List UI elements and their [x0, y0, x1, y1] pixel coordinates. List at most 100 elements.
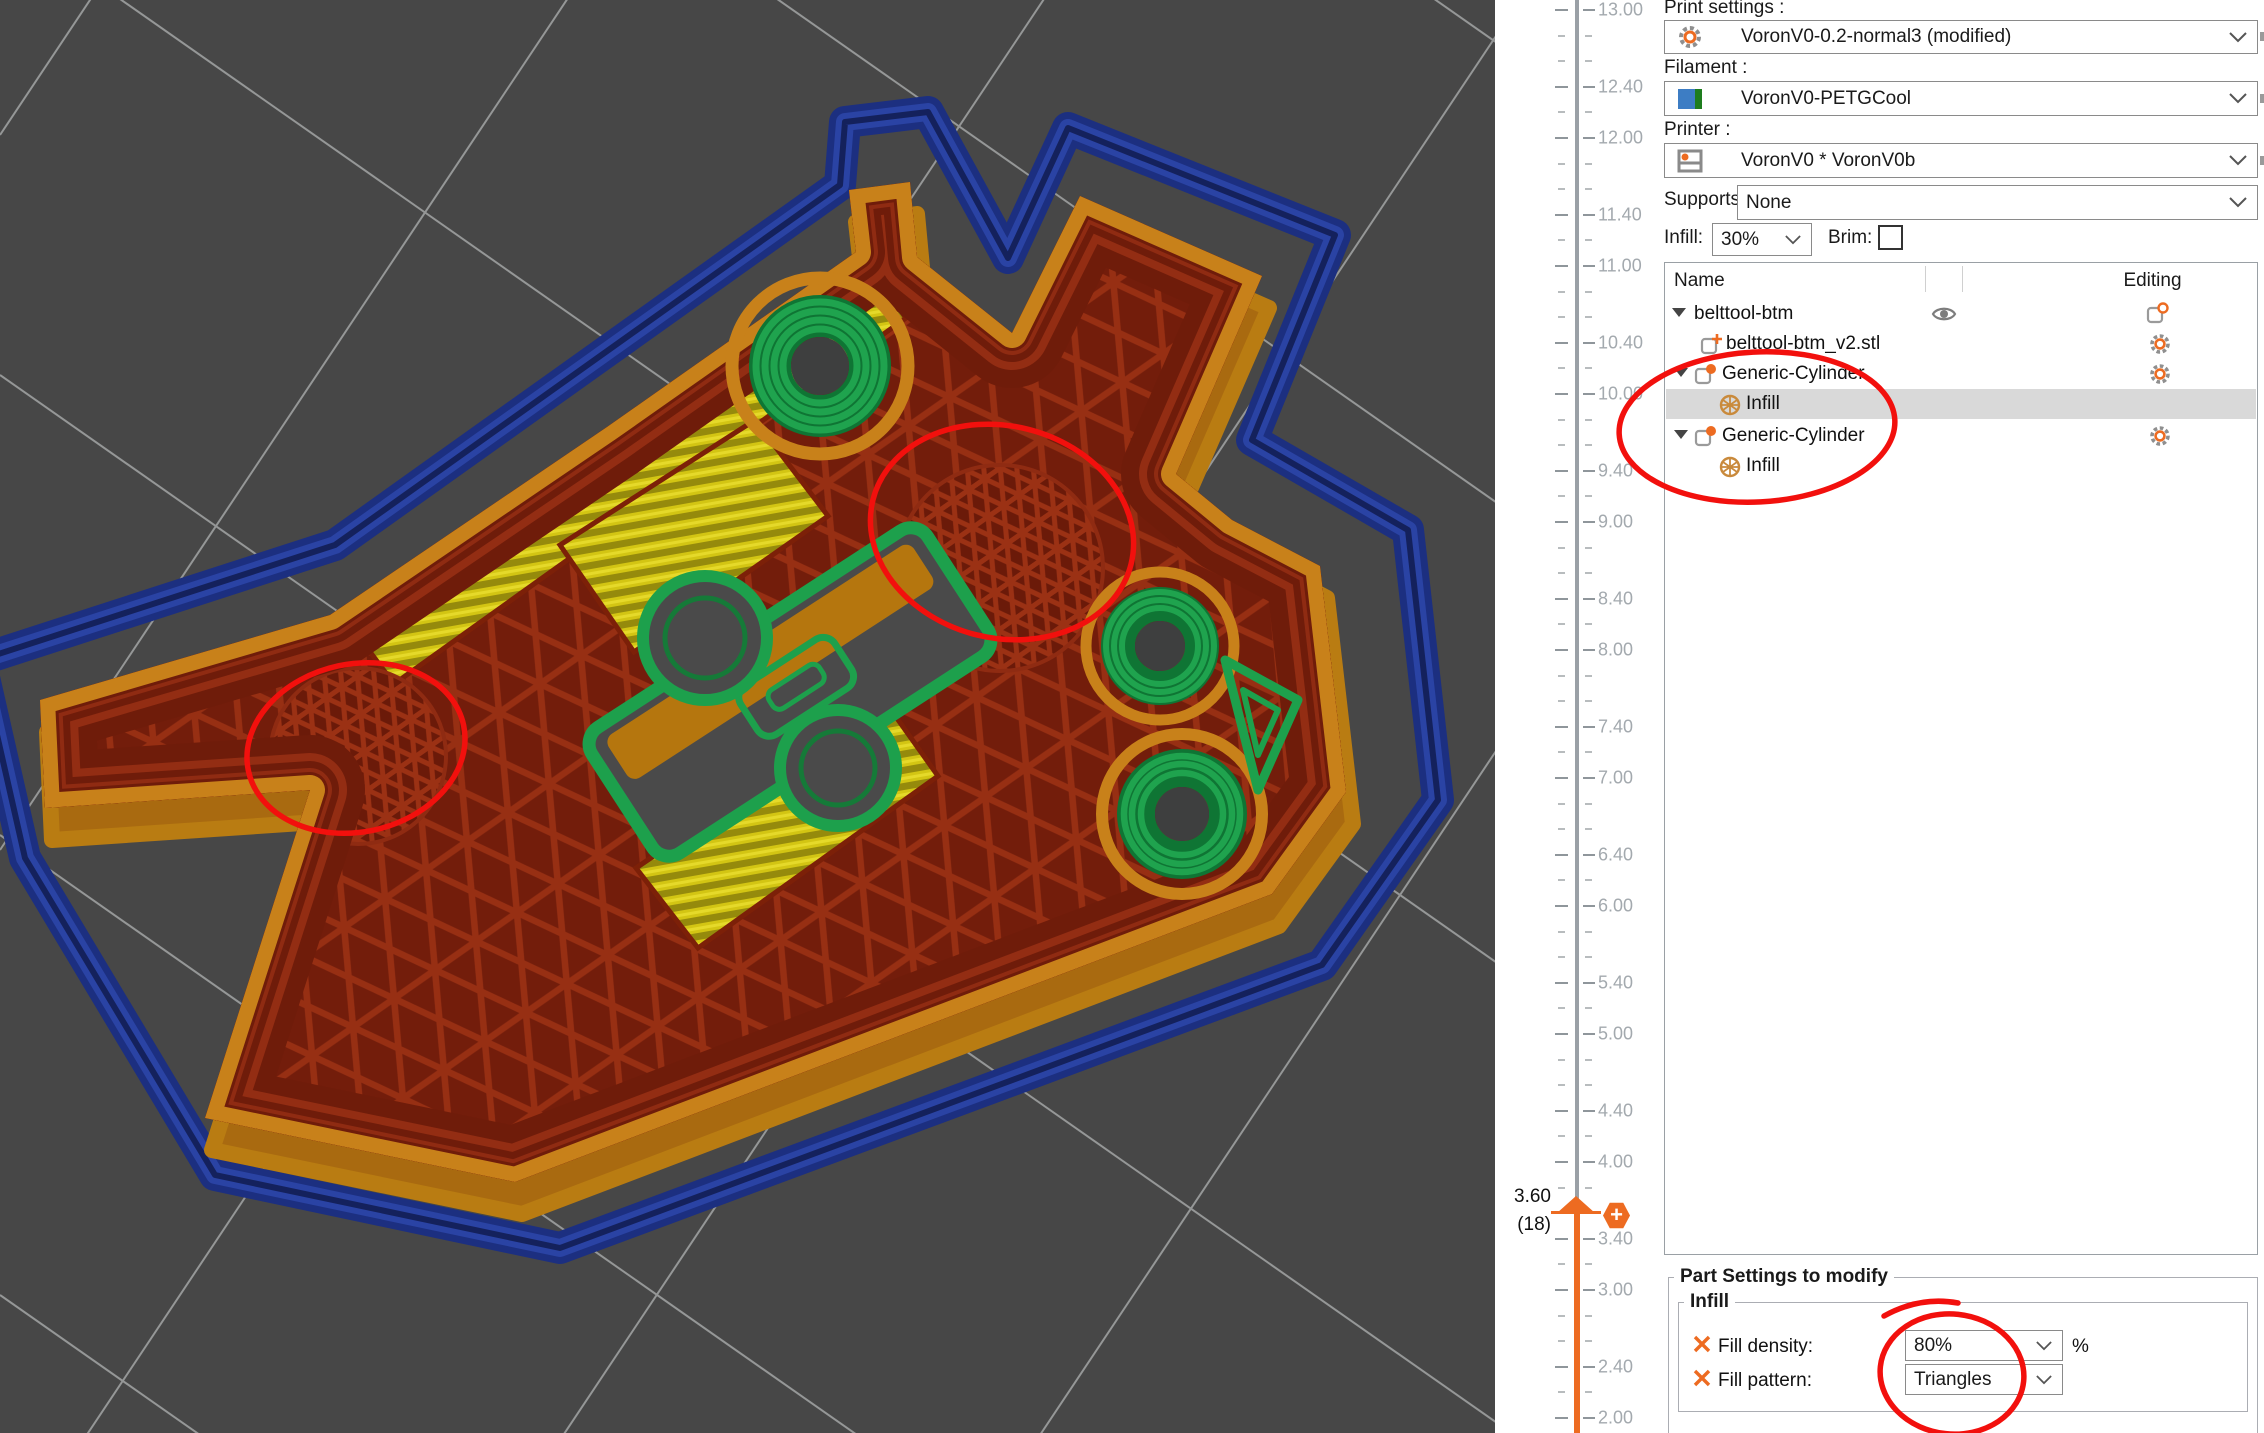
gear-icon[interactable] [2148, 362, 2172, 386]
slider-tick-label: 12.00 [1598, 128, 1643, 149]
slider-tick [1555, 726, 1568, 728]
slider-tick [1558, 956, 1565, 958]
chevron-down-icon [1785, 235, 1801, 245]
slider-tick [1555, 521, 1568, 523]
object-settings-icon[interactable] [2146, 302, 2170, 326]
remove-setting-icon[interactable] [1692, 1368, 1712, 1388]
expand-chevron-icon[interactable] [1674, 430, 1688, 439]
tree-row-infill-2[interactable]: Infill [1666, 451, 2256, 481]
fill-density-suffix: % [2072, 1336, 2089, 1358]
slider-tick [1583, 649, 1595, 651]
slider-tick-label: 2.00 [1598, 1408, 1633, 1429]
chevron-down-icon [2229, 93, 2247, 104]
slider-tick [1555, 214, 1568, 216]
slider-tick [1585, 931, 1592, 933]
slider-tick [1558, 803, 1565, 805]
infill-combo[interactable]: 30% [1712, 223, 1812, 256]
slider-tick-label: 6.40 [1598, 844, 1633, 865]
slider-tick [1585, 879, 1592, 881]
layer-slider[interactable]: 13.0012.4012.0011.4011.0010.4010.009.409… [1495, 0, 1664, 1433]
green-ring-right-lower [1102, 734, 1262, 894]
slider-tick [1558, 1059, 1565, 1061]
tree-row-infill-1[interactable]: Infill [1666, 389, 2256, 419]
slider-tick [1585, 495, 1592, 497]
green-ring-top [732, 278, 908, 454]
slider-tick [1555, 854, 1568, 856]
tree-row-belttool-btm[interactable]: belttool-btm [1666, 299, 2256, 329]
slider-tick [1583, 1289, 1595, 1291]
gear-icon[interactable] [2148, 332, 2172, 356]
slider-tick [1555, 9, 1568, 11]
slider-tick [1558, 316, 1565, 318]
layer-slider-track-selected[interactable] [1574, 1213, 1580, 1433]
infill-value: 30% [1713, 229, 1785, 251]
slider-tick [1555, 342, 1568, 344]
slider-tick [1585, 1084, 1592, 1086]
slider-tick [1555, 137, 1568, 139]
part-add-icon [1700, 333, 1724, 357]
current-layer-number: (18) [1501, 1214, 1551, 1236]
slider-tick [1583, 726, 1595, 728]
add-color-change-icon[interactable]: + [1603, 1202, 1630, 1229]
slider-tick [1585, 1135, 1592, 1137]
tree-row-belttool-btm-v2-stl[interactable]: belttool-btm_v2.stl [1666, 329, 2256, 359]
expand-chevron-icon[interactable] [1672, 308, 1686, 317]
slider-tick-label: 8.00 [1598, 640, 1633, 661]
infill-label: Infill: [1664, 228, 1703, 248]
slider-tick [1585, 367, 1592, 369]
slider-tick [1583, 1366, 1595, 1368]
slider-tick-label: 4.00 [1598, 1152, 1633, 1173]
slider-tick-label: 4.40 [1598, 1100, 1633, 1121]
part-modifier-icon [1694, 425, 1718, 449]
slider-tick [1583, 86, 1595, 88]
supports-combo[interactable]: None [1737, 185, 2258, 220]
layer-slider-track[interactable] [1575, 0, 1579, 1213]
slider-tick-label: 5.40 [1598, 972, 1633, 993]
filament-color-icon [1677, 86, 1703, 112]
slider-tick-label: 7.40 [1598, 716, 1633, 737]
slider-tick [1583, 9, 1595, 11]
slider-tick [1558, 60, 1565, 62]
slider-tick [1558, 111, 1565, 113]
tree-row-generic-cylinder-1[interactable]: Generic-Cylinder [1666, 359, 2256, 389]
slider-tick [1555, 265, 1568, 267]
tree-column-name: Name [1674, 270, 1725, 292]
brim-label: Brim: [1828, 228, 1872, 248]
slider-tick [1585, 291, 1592, 293]
fill-density-combo[interactable]: 80% [1905, 1330, 2063, 1361]
slider-tick [1558, 931, 1565, 933]
slider-tick [1558, 572, 1565, 574]
slider-tick [1583, 470, 1595, 472]
slider-tick [1555, 1417, 1568, 1419]
slider-tick [1583, 521, 1595, 523]
printer-combo[interactable]: VoronV0 * VoronV0b [1664, 143, 2258, 178]
eye-icon[interactable] [1931, 303, 1957, 325]
slider-tick [1583, 777, 1595, 779]
expand-chevron-icon[interactable] [1674, 368, 1688, 377]
remove-setting-icon[interactable] [1692, 1334, 1712, 1354]
edge-nub [2260, 94, 2264, 103]
infill-icon [1718, 393, 1742, 417]
slider-tick [1555, 649, 1568, 651]
print-settings-label: Print settings : [1664, 0, 1784, 18]
printer-icon [1677, 148, 1703, 174]
slider-tick-label: 9.00 [1598, 512, 1633, 533]
fill-pattern-combo[interactable]: Triangles [1905, 1364, 2063, 1395]
slider-tick [1558, 623, 1565, 625]
slider-tick-label: 3.40 [1598, 1228, 1633, 1249]
slider-tick [1583, 854, 1595, 856]
filament-combo[interactable]: VoronV0-PETGCool [1664, 81, 2258, 116]
slider-tick [1585, 828, 1592, 830]
green-ring-right-upper [1086, 572, 1234, 720]
slider-tick [1585, 1059, 1592, 1061]
slider-tick [1583, 1033, 1595, 1035]
tree-column-editing: Editing [2090, 270, 2215, 292]
print-settings-combo[interactable]: VoronV0-0.2-normal3 (modified) [1664, 20, 2258, 54]
viewport-3d[interactable] [0, 0, 1495, 1433]
slider-tick-label: 2.40 [1598, 1356, 1633, 1377]
brim-checkbox[interactable] [1878, 225, 1903, 250]
slider-tick [1558, 163, 1565, 165]
slider-tick [1585, 1007, 1592, 1009]
tree-row-generic-cylinder-2[interactable]: Generic-Cylinder [1666, 421, 2256, 451]
gear-icon[interactable] [2148, 424, 2172, 448]
